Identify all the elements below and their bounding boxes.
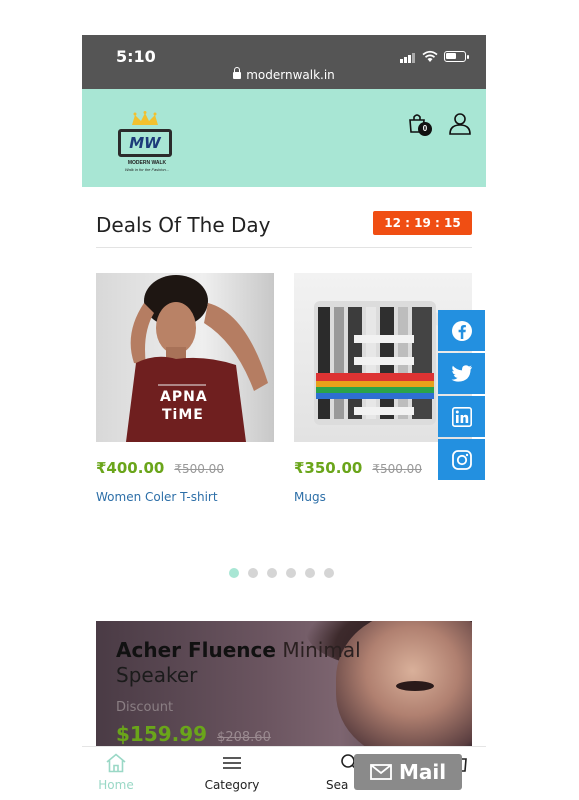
battery-icon: [444, 51, 469, 62]
deals-title: Deals Of The Day: [96, 213, 271, 237]
facebook-icon: [451, 320, 472, 341]
product-price: ₹400.00 ₹500.00: [96, 459, 224, 477]
old-price: ₹500.00: [372, 462, 422, 476]
product-card[interactable]: APNA TiME ₹400.00 ₹500.00 Women Coler T-s…: [96, 273, 274, 504]
twitter-icon: [451, 364, 472, 382]
deals-timer: 12 : 19 : 15: [373, 211, 472, 235]
shirt-print-line-1: APNA: [160, 389, 208, 405]
banner-price: $159.99 $208.60: [116, 722, 271, 746]
promo-banner[interactable]: Acher Fluence Minimal Speaker Discount $1…: [96, 621, 472, 751]
linkedin-button[interactable]: [438, 396, 485, 437]
url-text: modernwalk.in: [246, 68, 335, 82]
nav-category-label: Category: [204, 778, 260, 792]
site-header: MW MODERN WALK Walk in for the Fashion..…: [82, 89, 486, 187]
carousel-pagination: [229, 568, 334, 578]
facebook-button[interactable]: [438, 310, 485, 351]
user-icon[interactable]: [448, 111, 472, 135]
banner-title: Acher Fluence Minimal Speaker: [116, 638, 416, 688]
carousel-dot[interactable]: [305, 568, 315, 578]
banner-current-price: $159.99: [116, 722, 208, 746]
carousel-dot[interactable]: [286, 568, 296, 578]
crown-icon: [132, 111, 158, 125]
instagram-button[interactable]: [438, 439, 485, 480]
twitter-button[interactable]: [438, 353, 485, 394]
current-price: ₹400.00: [96, 459, 165, 477]
product-image-tshirt[interactable]: APNA TiME: [96, 273, 274, 442]
carousel-dot[interactable]: [248, 568, 258, 578]
linkedin-icon: [451, 406, 472, 427]
old-price: ₹500.00: [174, 462, 224, 476]
current-price: ₹350.00: [294, 459, 363, 477]
wifi-icon: [422, 50, 438, 62]
carousel-dot[interactable]: [324, 568, 334, 578]
cart-count-badge: 0: [418, 122, 432, 136]
status-time: 5:10: [116, 47, 156, 66]
product-price: ₹350.00 ₹500.00: [294, 459, 422, 477]
social-share-bar: [438, 310, 485, 482]
banner-title-rest: Minimal: [282, 638, 361, 662]
status-bar: 5:10 modernwalk.in: [82, 35, 486, 89]
url-bar[interactable]: modernwalk.in: [82, 67, 486, 82]
logo-monogram: MW: [118, 129, 172, 157]
logo-brand: MODERN WALK: [127, 160, 167, 166]
carousel-dot[interactable]: [229, 568, 239, 578]
mail-button[interactable]: Mail: [354, 754, 462, 790]
signal-icon: [400, 52, 416, 63]
product-name-link[interactable]: Women Coler T-shirt: [96, 490, 218, 504]
mail-icon: [370, 764, 392, 780]
menu-icon: [223, 757, 241, 769]
logo-tagline: Walk in for the Fashion...: [124, 167, 170, 172]
nav-home[interactable]: Home: [96, 753, 136, 792]
banner-discount-label: Discount: [116, 700, 174, 715]
site-logo[interactable]: MW MODERN WALK Walk in for the Fashion..…: [112, 109, 182, 179]
carousel-dot[interactable]: [267, 568, 277, 578]
nav-home-label: Home: [98, 778, 134, 792]
section-divider: [96, 247, 472, 248]
shirt-print-line-2: TiME: [162, 407, 204, 423]
mail-button-label: Mail: [398, 760, 447, 784]
lock-icon: [233, 67, 242, 79]
phone-screen: 5:10 modernwalk.in MW MODERN WALK Walk i…: [82, 35, 486, 800]
banner-title-bold: Acher Fluence: [116, 638, 276, 662]
banner-old-price: $208.60: [217, 730, 271, 745]
home-icon: [106, 753, 126, 773]
product-name-link[interactable]: Mugs: [294, 490, 326, 504]
instagram-icon: [451, 449, 472, 470]
nav-category[interactable]: Category: [200, 753, 264, 792]
cart-button[interactable]: 0: [407, 113, 432, 136]
banner-title-line2: Speaker: [116, 663, 198, 687]
